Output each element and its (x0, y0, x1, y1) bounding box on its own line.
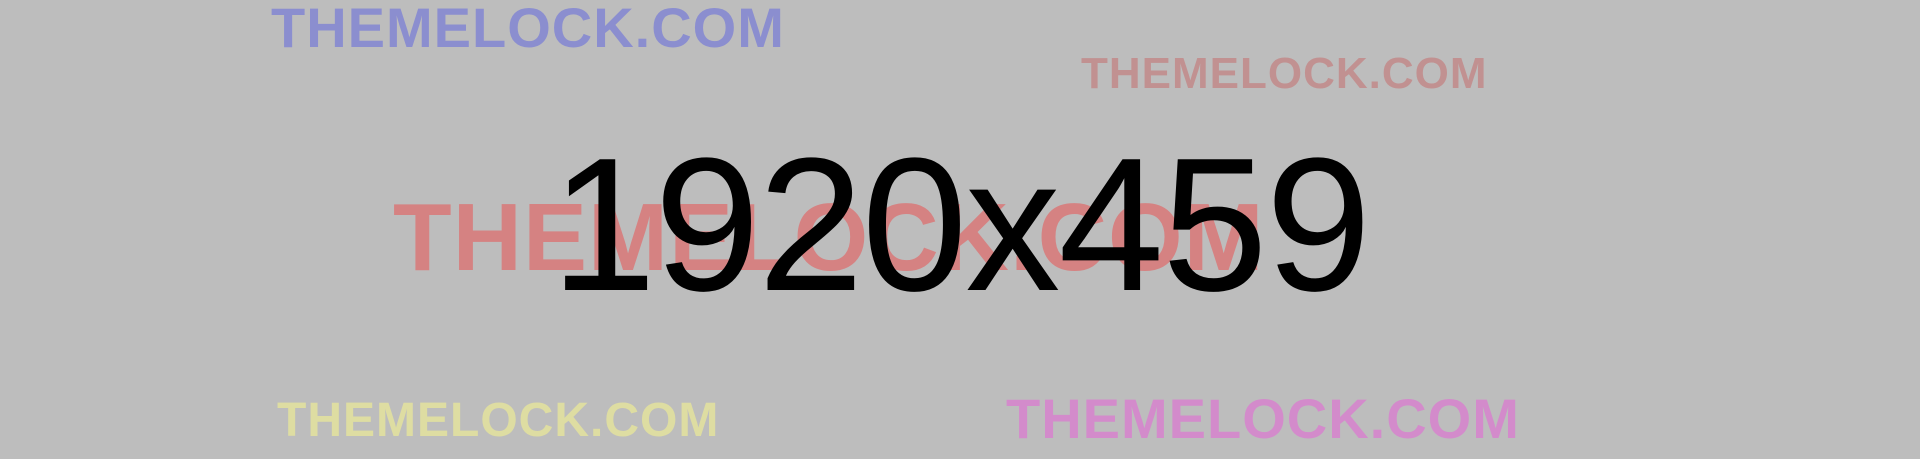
watermark-text: THEMELOCK.COM (1081, 49, 1488, 98)
watermark-text: THEMELOCK.COM (271, 0, 785, 59)
placeholder-image: THEMELOCK.COM THEMELOCK.COM THEMELOCK.CO… (0, 0, 1920, 459)
placeholder-dimensions-label: 1920x459 (550, 119, 1372, 331)
watermark-text: THEMELOCK.COM (277, 394, 720, 447)
watermark-text: THEMELOCK.COM (1006, 387, 1520, 450)
